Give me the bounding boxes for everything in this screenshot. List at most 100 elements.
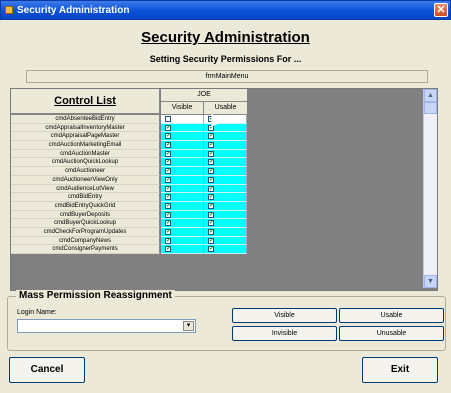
- visible-cell: ✔: [161, 193, 204, 202]
- usable-cell: ✔: [204, 219, 247, 228]
- visible-checkbox[interactable]: ✔: [165, 168, 171, 175]
- exit-button[interactable]: Exit: [362, 357, 438, 383]
- visible-checkbox[interactable]: ✔: [165, 133, 171, 140]
- control-list-header: Control List: [11, 89, 160, 114]
- cancel-button[interactable]: Cancel: [9, 357, 85, 383]
- usable-cell: ✔: [204, 132, 247, 142]
- visible-button[interactable]: Visible: [232, 308, 337, 323]
- control-name: cmdAppraisalInventoryMaster: [11, 123, 160, 133]
- visible-checkbox[interactable]: ✔: [165, 194, 171, 201]
- usable-checkbox[interactable]: ✔: [208, 168, 214, 175]
- table-row[interactable]: cmdCompanyNews ✔ ✔: [11, 236, 247, 246]
- visible-checkbox[interactable]: ✔: [165, 124, 171, 131]
- close-button[interactable]: ✕: [434, 3, 448, 17]
- table-row[interactable]: cmdAudienceLotView ✔ ✔: [11, 184, 247, 194]
- usable-cell: ✔: [204, 245, 247, 254]
- usable-checkbox[interactable]: ✔: [208, 159, 214, 166]
- visible-checkbox[interactable]: ✔: [165, 202, 171, 209]
- visible-cell: ✔: [161, 158, 204, 168]
- visible-cell: [161, 115, 204, 124]
- table-row[interactable]: cmdAuctionMaster ✔ ✔: [11, 149, 247, 159]
- visible-checkbox[interactable]: ✔: [165, 220, 171, 227]
- usable-checkbox[interactable]: ✔: [208, 211, 214, 218]
- form-name-display: frmMainMenu: [26, 70, 428, 83]
- table-row[interactable]: cmdAuctioneer ✔ ✔: [11, 167, 247, 176]
- visible-checkbox[interactable]: ✔: [165, 211, 171, 218]
- grid-scrollbar[interactable]: ▲ ▼: [423, 89, 437, 288]
- scroll-down-icon[interactable]: ▼: [424, 275, 437, 288]
- table-row[interactable]: cmdAppraisalPageMaster ✔ ✔: [11, 132, 247, 142]
- usable-checkbox[interactable]: ✔: [208, 237, 214, 244]
- visible-checkbox[interactable]: ✔: [165, 159, 171, 166]
- visible-checkbox[interactable]: ✔: [165, 150, 171, 157]
- table-row[interactable]: cmdBidEntry ✔ ✔: [11, 193, 247, 202]
- control-name: cmdCheckForProgramUpdates: [11, 227, 160, 237]
- table-row[interactable]: cmdConsignerPayments ✔ ✔: [11, 245, 247, 254]
- usable-cell: ✔: [204, 193, 247, 202]
- window-title: Security Administration: [17, 5, 130, 16]
- control-name: cmdBuyerDeposits: [11, 210, 160, 220]
- usable-cell: ✔: [204, 158, 247, 168]
- table-row[interactable]: cmdCheckForProgramUpdates ✔ ✔: [11, 227, 247, 237]
- visible-cell: ✔: [161, 219, 204, 228]
- usable-checkbox[interactable]: ✔: [208, 202, 214, 209]
- mass-permission-title: Mass Permission Reassignment: [16, 290, 175, 301]
- visible-checkbox[interactable]: [165, 116, 171, 122]
- table-row[interactable]: cmdBuyerQuickLookup ✔ ✔: [11, 219, 247, 228]
- user-column-header: JOE: [161, 89, 247, 102]
- visible-checkbox[interactable]: ✔: [165, 142, 171, 149]
- control-name: cmdAuctioneerViewOnly: [11, 175, 160, 185]
- login-name-select[interactable]: ▾: [17, 319, 196, 333]
- visible-column-header: Visible: [161, 102, 204, 115]
- visible-cell: ✔: [161, 210, 204, 220]
- control-name: cmdBidEntryQuickGrid: [11, 201, 160, 211]
- scroll-up-icon[interactable]: ▲: [424, 89, 437, 102]
- control-name: cmdAuctioneer: [11, 167, 160, 176]
- visible-checkbox[interactable]: ✔: [165, 185, 171, 192]
- usable-checkbox[interactable]: ✔: [208, 176, 214, 183]
- usable-checkbox[interactable]: ✔: [208, 228, 214, 235]
- visible-cell: ✔: [161, 132, 204, 142]
- control-name: cmdBuyerQuickLookup: [11, 219, 160, 228]
- visible-checkbox[interactable]: ✔: [165, 228, 171, 235]
- control-name: cmdBidEntry: [11, 193, 160, 202]
- visible-cell: ✔: [161, 123, 204, 133]
- visible-cell: ✔: [161, 175, 204, 185]
- control-name: cmdAuctionQuickLookup: [11, 158, 160, 168]
- unusable-button[interactable]: Unusable: [339, 326, 444, 341]
- visible-checkbox[interactable]: ✔: [165, 237, 171, 244]
- control-name: cmdConsignerPayments: [11, 245, 160, 254]
- permissions-grid[interactable]: Control List JOE Visible Usable cmdAbsen…: [10, 88, 438, 291]
- usable-cell: ✔: [204, 201, 247, 211]
- visible-cell: ✔: [161, 227, 204, 237]
- table-row[interactable]: cmdBuyerDeposits ✔ ✔: [11, 210, 247, 220]
- usable-checkbox[interactable]: ✔: [208, 133, 214, 140]
- usable-checkbox[interactable]: ✔: [208, 185, 214, 192]
- usable-checkbox[interactable]: ✔: [208, 194, 214, 201]
- visible-cell: ✔: [161, 149, 204, 159]
- usable-checkbox[interactable]: ✔: [208, 220, 214, 227]
- usable-cell: ✔: [204, 236, 247, 246]
- usable-cell: ✔: [204, 184, 247, 194]
- usable-checkbox[interactable]: ✔: [208, 142, 214, 149]
- usable-button[interactable]: Usable: [339, 308, 444, 323]
- usable-checkbox[interactable]: ✔: [208, 246, 214, 253]
- invisible-button[interactable]: Invisible: [232, 326, 337, 341]
- scroll-thumb[interactable]: [424, 102, 437, 114]
- dropdown-arrow-icon[interactable]: ▾: [183, 321, 194, 331]
- title-bar: Security Administration ✕: [0, 0, 451, 20]
- visible-checkbox[interactable]: ✔: [165, 246, 171, 253]
- control-name: cmdAbsenteeBidEntry: [11, 115, 160, 124]
- control-name: cmdAuctionMaster: [11, 149, 160, 159]
- usable-cell: ✔: [204, 227, 247, 237]
- table-row[interactable]: cmdAuctionMarketingEmail ✔ ✔: [11, 141, 247, 150]
- control-name: cmdCompanyNews: [11, 236, 160, 246]
- table-row[interactable]: cmdAuctionQuickLookup ✔ ✔: [11, 158, 247, 168]
- control-name: cmdAppraisalPageMaster: [11, 132, 160, 142]
- table-row[interactable]: cmdAuctioneerViewOnly ✔ ✔: [11, 175, 247, 185]
- visible-cell: ✔: [161, 245, 204, 254]
- visible-checkbox[interactable]: ✔: [165, 176, 171, 183]
- control-name: cmdAuctionMarketingEmail: [11, 141, 160, 150]
- usable-checkbox[interactable]: ✔: [208, 150, 214, 157]
- table-row[interactable]: cmdBidEntryQuickGrid ✔ ✔: [11, 201, 247, 211]
